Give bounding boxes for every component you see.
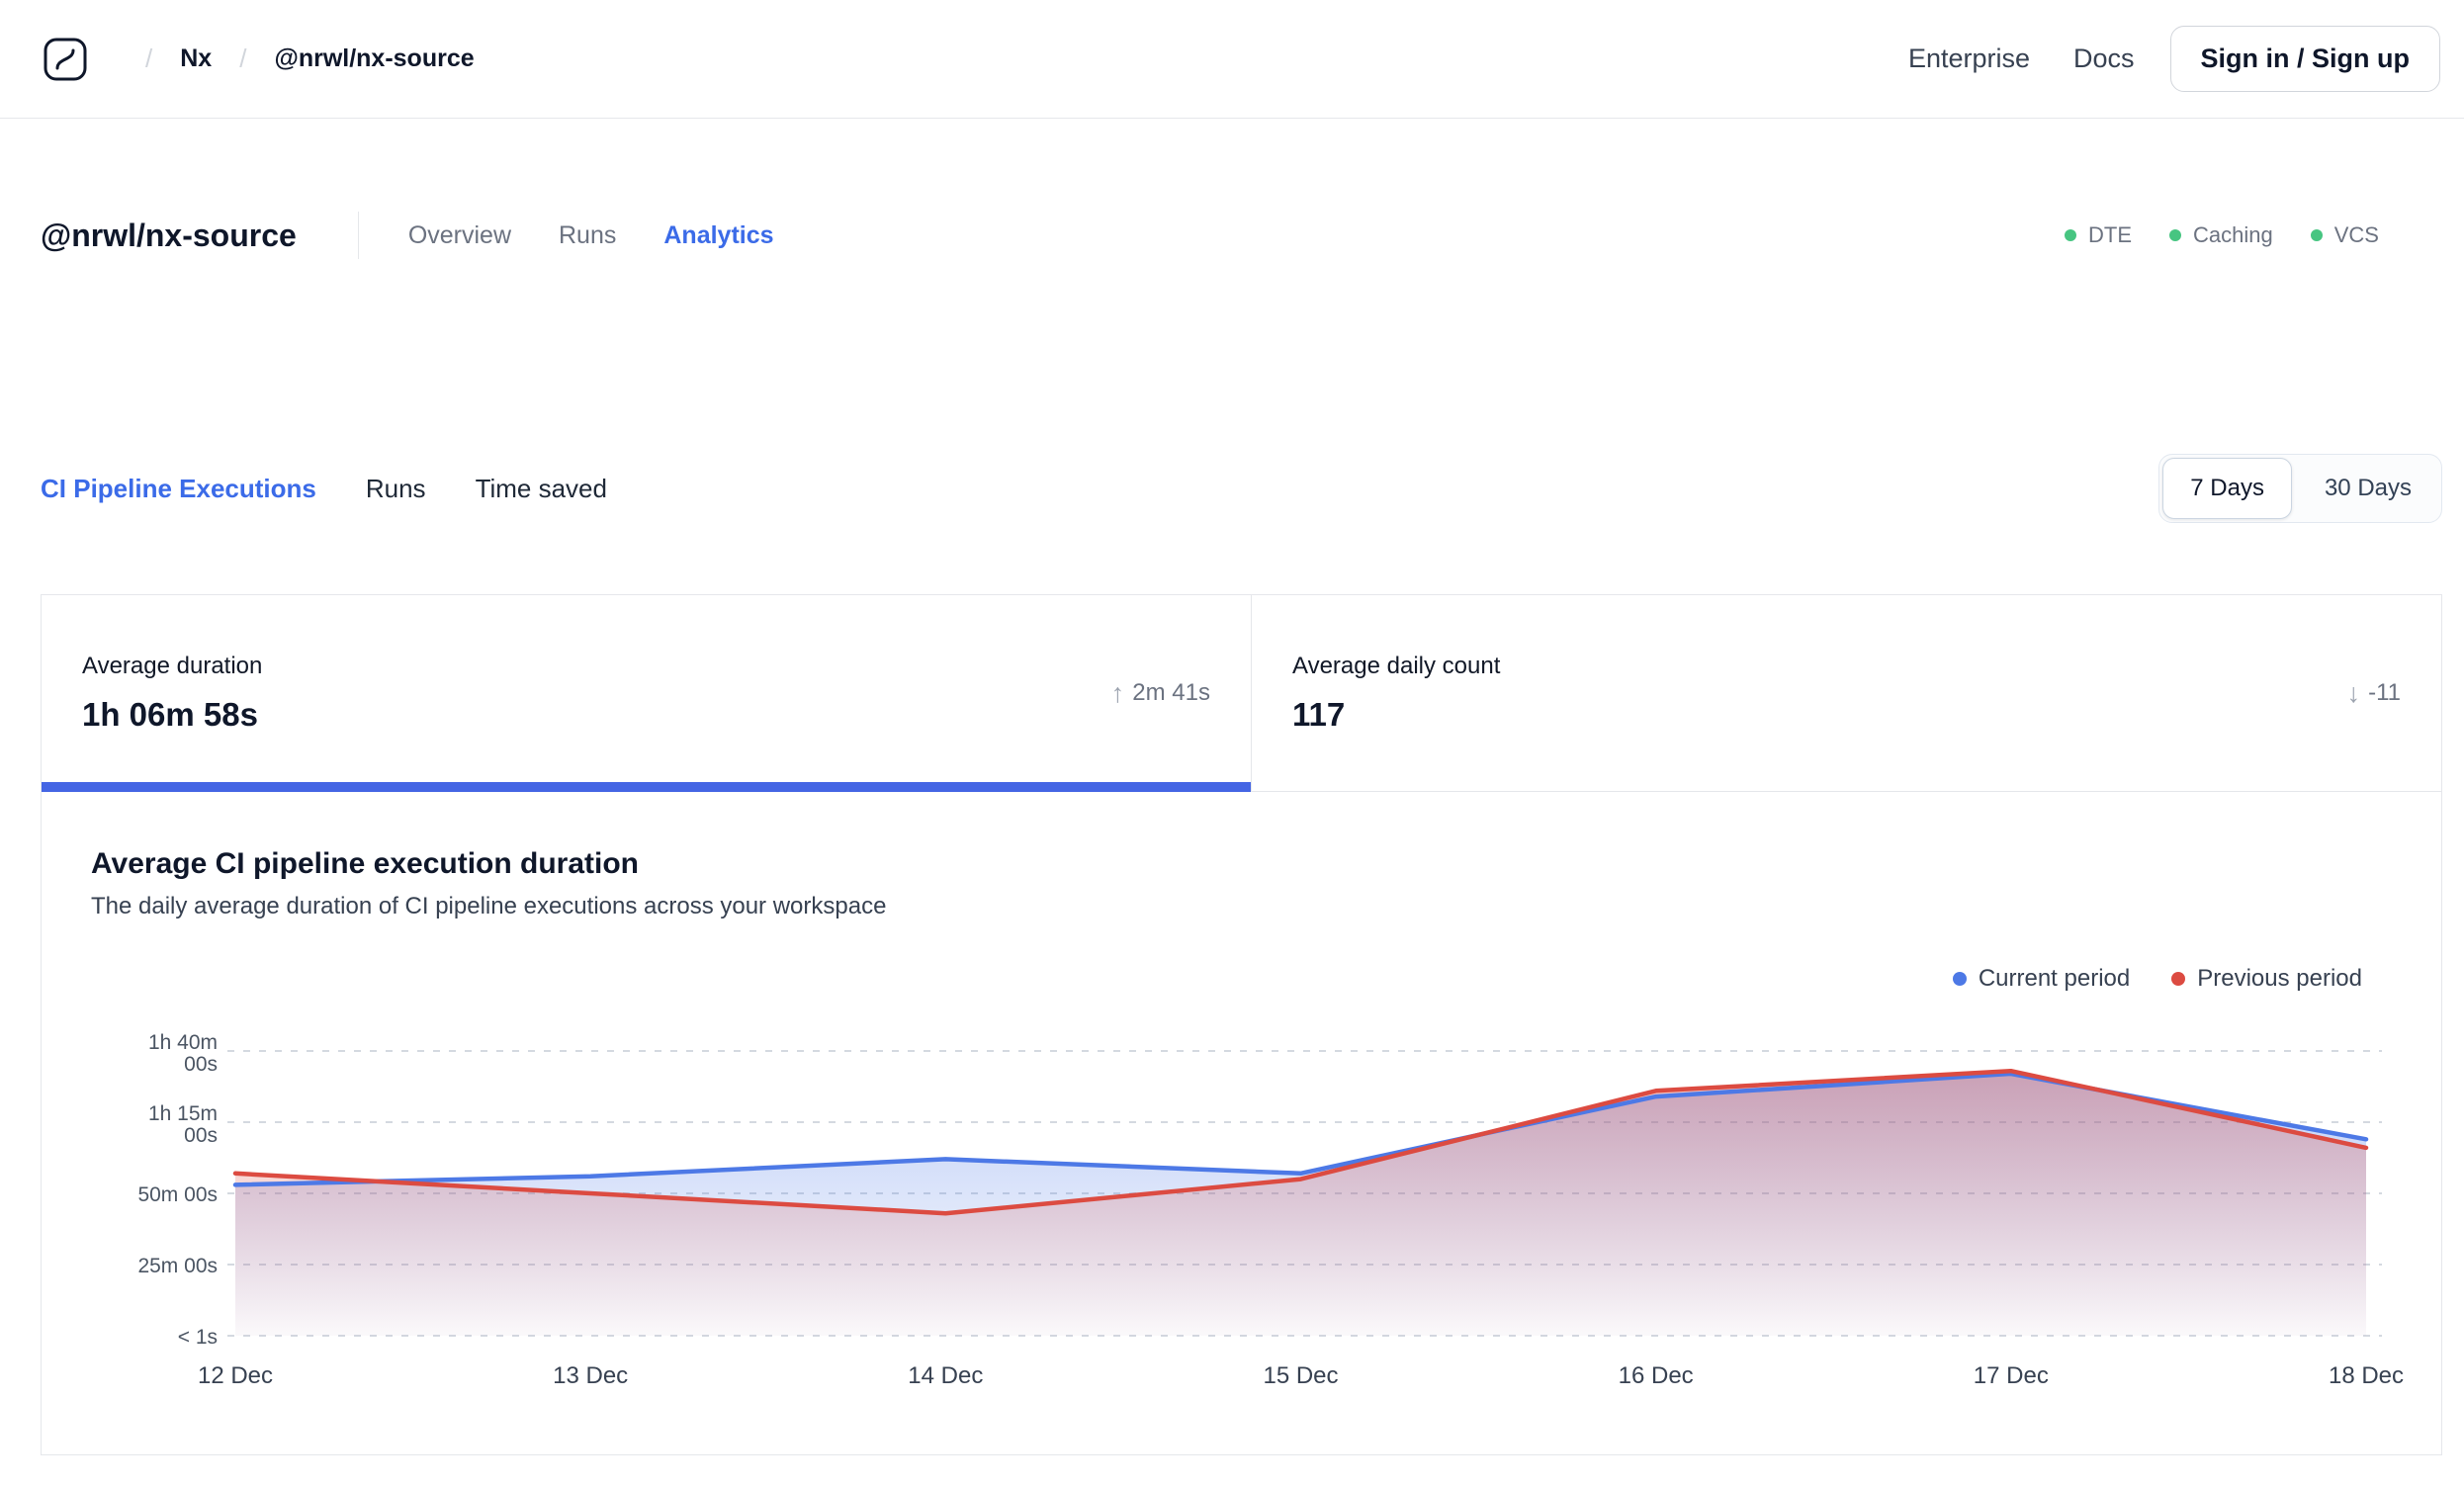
x-axis-tick-label: 16 Dec	[1619, 1362, 1694, 1389]
y-axis-tick-label: 25m 00s	[137, 1255, 218, 1277]
legend-dot-red-icon	[2171, 972, 2186, 986]
tab-time-saved[interactable]: Time saved	[476, 474, 607, 504]
page-title: @nrwl/nx-source	[41, 217, 297, 253]
metric-value: 1h 06m 58s	[82, 696, 258, 733]
status-badge-label: VCS	[2333, 222, 2379, 247]
range-30-days[interactable]: 30 Days	[2295, 455, 2441, 522]
top-nav-bar: / Nx / @nrwl/nx-source Enterprise Docs S…	[0, 0, 2464, 119]
signin-button[interactable]: Sign in / Sign up	[2169, 26, 2440, 92]
docs-link[interactable]: Docs	[2073, 44, 2135, 74]
nx-cloud-logo-icon	[44, 38, 87, 80]
y-axis-tick-label: 1h 40m 00s	[148, 1031, 218, 1076]
analytics-panel: Average duration 1h 06m 58s ↑ 2m 41s Ave…	[41, 594, 2442, 1455]
tab-analytics[interactable]: Analytics	[656, 216, 781, 256]
analytics-subnav: CI Pipeline Executions Runs Time saved 7…	[41, 454, 2442, 523]
x-axis-tick-label: 13 Dec	[553, 1362, 628, 1389]
date-range-toggle: 7 Days 30 Days	[2158, 454, 2442, 523]
green-dot-icon	[2310, 229, 2323, 241]
analytics-tabs: CI Pipeline Executions Runs Time saved	[41, 474, 607, 504]
metric-label: Average daily count	[1292, 653, 1501, 679]
breadcrumb-separator: /	[239, 44, 247, 73]
header-divider	[357, 212, 359, 259]
y-axis-tick-label: 50m 00s	[137, 1183, 218, 1206]
workspace-tabs: Overview Runs Analytics	[400, 216, 782, 256]
arrow-down-icon: ↓	[2346, 677, 2361, 708]
status-badges: DTE Caching VCS	[2065, 222, 2379, 248]
metric-card-average-duration[interactable]: Average duration 1h 06m 58s ↑ 2m 41s	[42, 595, 1251, 792]
chart-legend: Current period Previous period	[91, 964, 2362, 994]
legend-label: Previous period	[2197, 965, 2362, 992]
page-content: @nrwl/nx-source Overview Runs Analytics …	[0, 212, 2464, 1455]
selected-card-indicator	[42, 782, 1251, 792]
green-dot-icon	[2169, 229, 2182, 241]
tab-overview[interactable]: Overview	[400, 216, 519, 256]
x-axis-tick-label: 14 Dec	[908, 1362, 983, 1389]
breadcrumb-repo[interactable]: @nrwl/nx-source	[274, 44, 474, 73]
enterprise-link[interactable]: Enterprise	[1908, 44, 2030, 74]
breadcrumb-org[interactable]: Nx	[180, 44, 212, 73]
green-dot-icon	[2065, 229, 2077, 241]
metric-value: 117	[1292, 696, 1346, 733]
chart-subtitle: The daily average duration of CI pipelin…	[91, 893, 887, 919]
series-area-fill	[235, 1071, 2366, 1336]
metric-delta: ↓ -11	[2347, 678, 2401, 709]
chart-section: Average CI pipeline execution duration T…	[42, 792, 2441, 1454]
metric-cards-row: Average duration 1h 06m 58s ↑ 2m 41s Ave…	[42, 595, 2441, 792]
tab-runs[interactable]: Runs	[551, 216, 624, 256]
status-badge-vcs: VCS	[2310, 222, 2379, 248]
status-badge-dte: DTE	[2065, 222, 2132, 248]
y-axis-tick-label: < 1s	[178, 1326, 218, 1349]
legend-item-current-period: Current period	[1952, 965, 2131, 993]
metric-card-left: Average daily count 117	[1292, 653, 1500, 734]
metric-delta: ↑ 2m 41s	[1111, 678, 1210, 709]
breadcrumb-separator: /	[145, 44, 153, 73]
delta-value: -11	[2368, 679, 2401, 706]
x-axis-tick-label: 12 Dec	[198, 1362, 273, 1389]
legend-item-previous-period: Previous period	[2171, 965, 2362, 993]
x-axis-tick-label: 18 Dec	[2329, 1362, 2404, 1389]
delta-value: 2m 41s	[1132, 679, 1210, 706]
workspace-header: @nrwl/nx-source Overview Runs Analytics …	[41, 212, 2442, 259]
duration-line-chart: 1h 40m 00s 1h 15m 00s 50m 00s 25m 00s < 1s 12 D…	[137, 1031, 2404, 1389]
status-badge-caching: Caching	[2169, 222, 2273, 248]
tab-analytics-runs[interactable]: Runs	[366, 474, 426, 504]
metric-card-left: Average duration 1h 06m 58s	[82, 653, 262, 734]
chart-title: Average CI pipeline execution duration	[91, 847, 640, 880]
nx-cloud-logo[interactable]	[43, 37, 88, 82]
range-7-days[interactable]: 7 Days	[2162, 458, 2292, 519]
x-axis-tick-label: 17 Dec	[1974, 1362, 2049, 1389]
x-axis-tick-label: 15 Dec	[1263, 1362, 1338, 1389]
status-badge-label: DTE	[2088, 222, 2133, 247]
tab-ci-pipeline-executions[interactable]: CI Pipeline Executions	[41, 474, 316, 504]
topbar-right-nav: Enterprise Docs Sign in / Sign up	[1865, 26, 2440, 92]
legend-dot-blue-icon	[1952, 972, 1967, 986]
status-badge-label: Caching	[2193, 222, 2273, 247]
legend-label: Current period	[1978, 965, 2131, 992]
metric-label: Average duration	[82, 653, 263, 679]
y-axis-tick-label: 1h 15m 00s	[148, 1102, 218, 1147]
arrow-up-icon: ↑	[1110, 677, 1125, 708]
metric-card-average-daily-count[interactable]: Average daily count 117 ↓ -11	[1251, 595, 2441, 791]
